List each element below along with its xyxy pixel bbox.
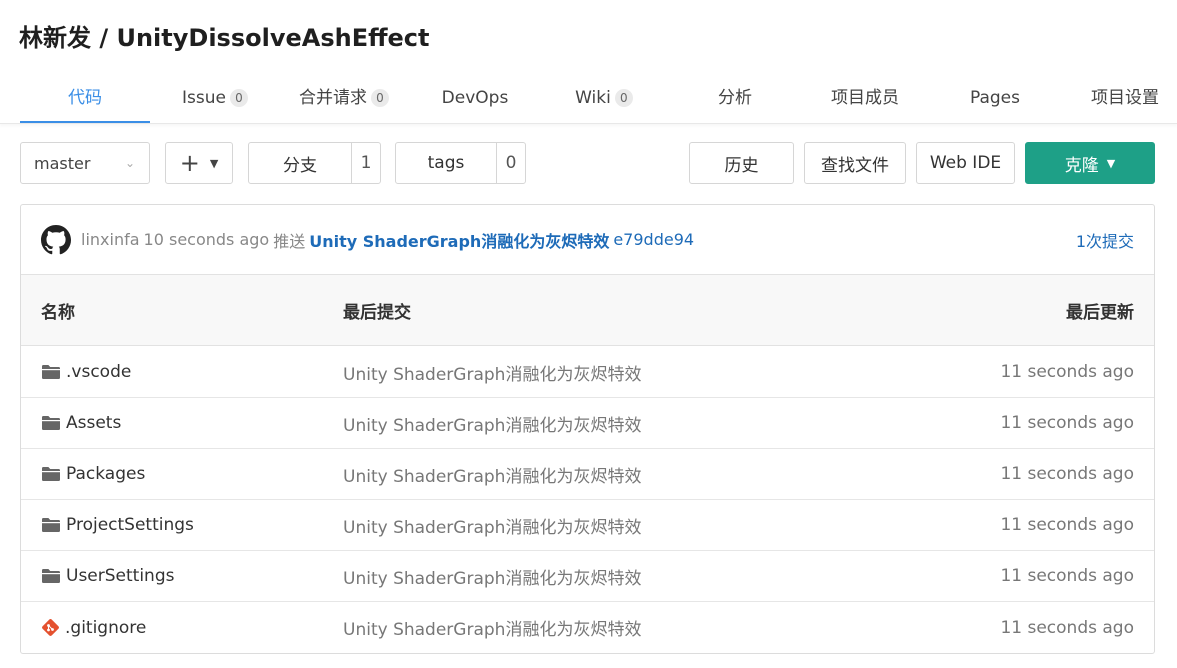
web-ide-button[interactable]: Web IDE [916,142,1015,184]
branch-select-value: master [34,153,91,173]
table-row[interactable]: UserSettings Unity ShaderGraph消融化为灰烬特效 11 … [21,551,1154,602]
commit-author[interactable]: linxinfa [81,230,140,249]
table-row[interactable]: Packages Unity ShaderGraph消融化为灰烬特效 11 seco… [21,449,1154,500]
file-name: UserSettings [66,566,175,586]
file-last-commit-link[interactable]: Unity ShaderGraph消融化为灰烬特效 [343,449,641,499]
folder-icon [41,466,61,482]
commit-time: 10 seconds ago [143,230,270,249]
github-icon [41,224,71,254]
file-updated-time: 11 seconds ago [1000,362,1134,382]
tab-label: 项目设置 [1091,88,1159,108]
branches-count: 1 [360,153,372,173]
tab-code[interactable]: 代码 [20,72,150,123]
commit-hash-link[interactable]: e79dde94 [613,230,694,249]
chevron-down-icon: ⌄ [124,156,135,170]
table-row[interactable]: .gitignore Unity ShaderGraph消融化为灰烬特效 11 se… [21,602,1154,653]
branches-label: 分支 [249,143,352,183]
file-name: Assets [66,413,122,433]
commit-count-link[interactable]: 1次提交 [1076,228,1134,252]
chevron-down-icon: ▼ [209,156,219,170]
merge-count-badge: 0 [371,89,389,107]
commit-message-link[interactable]: Unity ShaderGraph消融化为灰烬特效 [309,228,609,252]
tags-label: tags [396,143,497,183]
file-updated-time: 11 seconds ago [1000,464,1134,484]
table-row[interactable]: ProjectSettings Unity ShaderGraph消融化为灰烬特效… [21,500,1154,551]
branch-select[interactable]: master ⌄ [20,142,150,184]
plus-icon: + [179,149,200,177]
branches-button[interactable]: 分支 1 [248,142,381,184]
folder-icon [41,364,61,380]
file-browser: linxinfa 10 seconds ago 推送 Unity ShaderG… [20,204,1155,654]
file-name: .gitignore [65,617,147,638]
tab-label: Issue [182,88,226,108]
header-last-commit: 最后提交 [343,302,411,323]
folder-icon [41,568,61,584]
tab-label: 分析 [718,88,752,108]
folder-icon [41,415,61,431]
find-file-button[interactable]: 查找文件 [804,142,906,184]
header-name: 名称 [41,302,75,323]
latest-commit-bar: linxinfa 10 seconds ago 推送 Unity ShaderG… [21,205,1154,275]
file-name-link[interactable]: Packages [41,449,145,499]
tab-devops[interactable]: DevOps [425,72,525,123]
file-name: .vscode [66,362,132,382]
tab-label: Pages [969,88,1020,108]
table-row[interactable]: Assets Unity ShaderGraph消融化为灰烬特效 11 second… [21,398,1154,449]
file-name-link[interactable]: ProjectSettings [41,500,194,550]
file-updated-time: 11 seconds ago [1000,413,1134,433]
tags-button[interactable]: tags 0 [395,142,526,184]
clone-label: 克隆 [1064,155,1099,176]
file-name-link[interactable]: Assets [41,398,121,448]
file-name: ProjectSettings [66,515,194,535]
table-header: 名称 最后提交 最后更新 [21,275,1154,346]
file-updated-time: 11 seconds ago [1000,515,1134,535]
tab-bar: 代码 Issue 0 合并请求 0 DevOps Wiki 0 分析 项目成员 Pag… [0,72,1177,124]
file-last-commit-link[interactable]: Unity ShaderGraph消融化为灰烬特效 [343,500,641,550]
header-last-updated: 最后更新 [1066,302,1134,323]
file-last-commit-link[interactable]: Unity ShaderGraph消融化为灰烬特效 [343,398,641,448]
tab-issue[interactable]: Issue 0 [160,72,270,123]
tab-settings[interactable]: 项目设置 [1080,72,1170,123]
folder-icon [41,517,61,533]
tab-label: DevOps [441,88,509,108]
tab-pages[interactable]: Pages [945,72,1045,123]
add-dropdown-button[interactable]: + ▼ [165,142,233,184]
issue-count-badge: 0 [229,89,248,107]
file-updated-time: 11 seconds ago [1000,617,1134,638]
file-name-link[interactable]: .vscode [41,347,131,397]
repo-title[interactable]: 林新发 / UnityDissolveAshEffect [19,18,430,53]
file-name-link[interactable]: UserSettings [41,551,174,601]
wiki-count-badge: 0 [614,89,633,107]
tab-label: 合并请求 [299,88,367,108]
git-icon [41,618,60,637]
tab-label: 代码 [68,88,102,108]
clone-button[interactable]: 克隆 ▼ [1025,142,1155,184]
file-name-link[interactable]: .gitignore [41,602,146,653]
tab-label: Wiki [575,88,611,108]
file-last-commit-link[interactable]: Unity ShaderGraph消融化为灰烬特效 [343,602,641,653]
tab-analytics[interactable]: 分析 [685,72,785,123]
file-last-commit-link[interactable]: Unity ShaderGraph消融化为灰烬特效 [343,551,641,601]
history-button[interactable]: 历史 [689,142,794,184]
file-last-commit-link[interactable]: Unity ShaderGraph消融化为灰烬特效 [343,347,641,397]
file-name: Packages [66,464,146,484]
tab-label: 项目成员 [831,88,899,108]
tab-wiki[interactable]: Wiki 0 [554,72,654,123]
chevron-down-icon: ▼ [1106,156,1116,170]
commit-action: 推送 [273,231,306,251]
title-bar: 林新发 / UnityDissolveAshEffect [0,0,1177,72]
tab-merge-requests[interactable]: 合并请求 0 [284,72,404,123]
tags-count: 0 [505,153,517,173]
tab-members[interactable]: 项目成员 [815,72,915,123]
file-updated-time: 11 seconds ago [1000,566,1134,586]
table-row[interactable]: .vscode Unity ShaderGraph消融化为灰烬特效 11 secon… [21,347,1154,398]
